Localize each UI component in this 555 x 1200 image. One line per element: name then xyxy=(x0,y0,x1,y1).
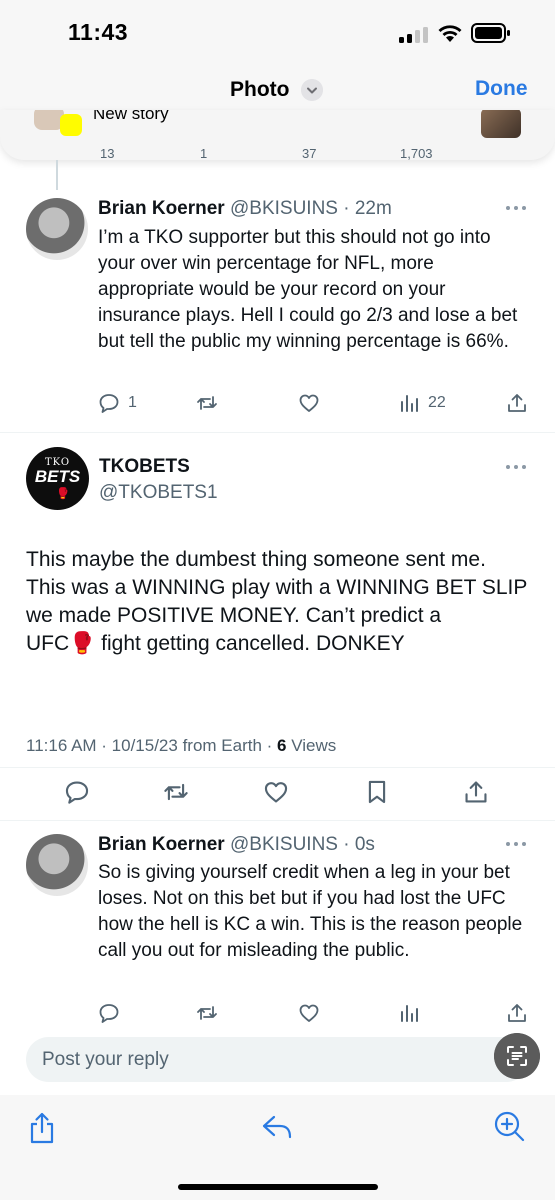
reply-action[interactable] xyxy=(98,1002,120,1024)
tweet-author: Brian Koerner @BKISUINS · 22m xyxy=(98,198,392,220)
tweet-text: I’m a TKO supporter but this should not … xyxy=(98,227,518,352)
cellular-signal-icon xyxy=(399,27,428,43)
home-indicator xyxy=(178,1184,378,1190)
reply-action[interactable] xyxy=(64,779,90,805)
retweet-icon xyxy=(197,396,217,410)
battery-icon xyxy=(471,23,510,43)
snapchat-icon[interactable] xyxy=(60,114,82,136)
wifi-icon xyxy=(438,25,462,42)
boxing-glove-icon: 🥊 xyxy=(56,488,70,500)
tweet-meta: 11:16 AM · 10/15/23 from Earth · 6 Views xyxy=(26,736,336,756)
reply-input[interactable]: Post your reply xyxy=(26,1037,529,1082)
chevron-down-icon[interactable] xyxy=(301,79,323,101)
reply-back-icon[interactable] xyxy=(261,1113,293,1141)
bottom-toolbar xyxy=(0,1095,555,1200)
partial-views-count: 1,703 xyxy=(400,146,433,161)
retweet-action[interactable] xyxy=(163,779,189,805)
avatar-logo-bets: BETS xyxy=(34,467,81,486)
partial-reply-count: 13 xyxy=(100,146,115,161)
partial-action-row: 13 1 37 1,703 xyxy=(0,146,555,166)
like-action[interactable] xyxy=(298,392,320,414)
author-name[interactable]: Brian Koerner xyxy=(98,198,225,219)
more-icon[interactable] xyxy=(505,463,527,471)
share-action[interactable] xyxy=(463,779,489,805)
retweet-icon xyxy=(164,783,188,801)
tkobets-avatar[interactable]: TKO BETS 🥊 xyxy=(26,447,89,510)
reply-icon xyxy=(99,1004,119,1023)
scan-text-icon[interactable] xyxy=(494,1033,540,1079)
author-name[interactable]: TKOBETS xyxy=(99,456,190,478)
reply-count: 1 xyxy=(128,394,137,411)
bookmark-action[interactable] xyxy=(364,779,390,805)
like-icon xyxy=(299,394,319,412)
retweet-action[interactable] xyxy=(196,1002,218,1024)
avatar[interactable] xyxy=(26,834,88,896)
share-icon xyxy=(508,394,526,412)
reply-bar: Post your reply xyxy=(0,1025,555,1095)
divider xyxy=(0,767,555,768)
reply-action[interactable]: 1 xyxy=(98,392,137,414)
share-icon xyxy=(465,781,487,803)
views-count: 6 xyxy=(277,736,287,755)
tweet-text: So is giving yourself credit when a leg … xyxy=(98,862,523,961)
story-thumbnail[interactable] xyxy=(481,110,521,138)
reply-icon xyxy=(65,781,89,804)
bookmark-icon xyxy=(368,780,386,804)
share-action[interactable] xyxy=(506,1002,528,1024)
author-handle-time: @BKISUINS · 22m xyxy=(229,198,392,219)
views-action[interactable]: 22 xyxy=(398,392,446,414)
ios-share-icon[interactable] xyxy=(28,1112,56,1144)
retweet-action[interactable] xyxy=(196,392,218,414)
author-handle-time: @BKISUINS · 0s xyxy=(229,834,375,855)
tweet-author: Brian Koerner @BKISUINS · 0s xyxy=(98,834,375,856)
like-action[interactable] xyxy=(298,1002,320,1024)
thread-connector xyxy=(56,160,58,190)
share-action[interactable] xyxy=(506,392,528,414)
status-time: 11:43 xyxy=(68,19,129,45)
views-count: 22 xyxy=(428,394,446,411)
status-bar: 11:43 xyxy=(0,0,555,64)
views-icon xyxy=(401,1005,418,1022)
tweet-actions xyxy=(0,1002,555,1024)
views-label: Views xyxy=(286,736,337,755)
views-action[interactable] xyxy=(398,1002,420,1024)
like-action[interactable] xyxy=(263,779,289,805)
tweet-actions: 1 22 xyxy=(0,392,555,418)
done-button[interactable]: Done xyxy=(475,77,528,101)
divider xyxy=(0,432,555,433)
avatar[interactable] xyxy=(26,198,88,260)
new-story-label[interactable]: New story xyxy=(93,110,169,124)
views-icon xyxy=(401,395,418,412)
photo-title[interactable]: Photo xyxy=(230,78,289,102)
partial-retweet-count: 1 xyxy=(200,146,208,161)
tweet-text: This maybe the dumbest thing someone sen… xyxy=(26,548,528,655)
retweet-icon xyxy=(197,1006,217,1020)
tweet-timestamp: 11:16 AM · 10/15/23 from Earth · xyxy=(26,736,278,755)
share-icon xyxy=(508,1004,526,1022)
author-handle[interactable]: @TKOBETS1 xyxy=(99,482,218,504)
more-icon[interactable] xyxy=(505,840,527,848)
like-icon xyxy=(264,782,288,803)
more-icon[interactable] xyxy=(505,204,527,212)
author-name[interactable]: Brian Koerner xyxy=(98,834,225,855)
partial-like-count: 37 xyxy=(302,146,317,161)
divider xyxy=(0,820,555,821)
tweet-actions xyxy=(0,779,555,807)
zoom-icon[interactable] xyxy=(493,1110,525,1142)
like-icon xyxy=(299,1004,319,1022)
reply-icon xyxy=(99,394,119,413)
